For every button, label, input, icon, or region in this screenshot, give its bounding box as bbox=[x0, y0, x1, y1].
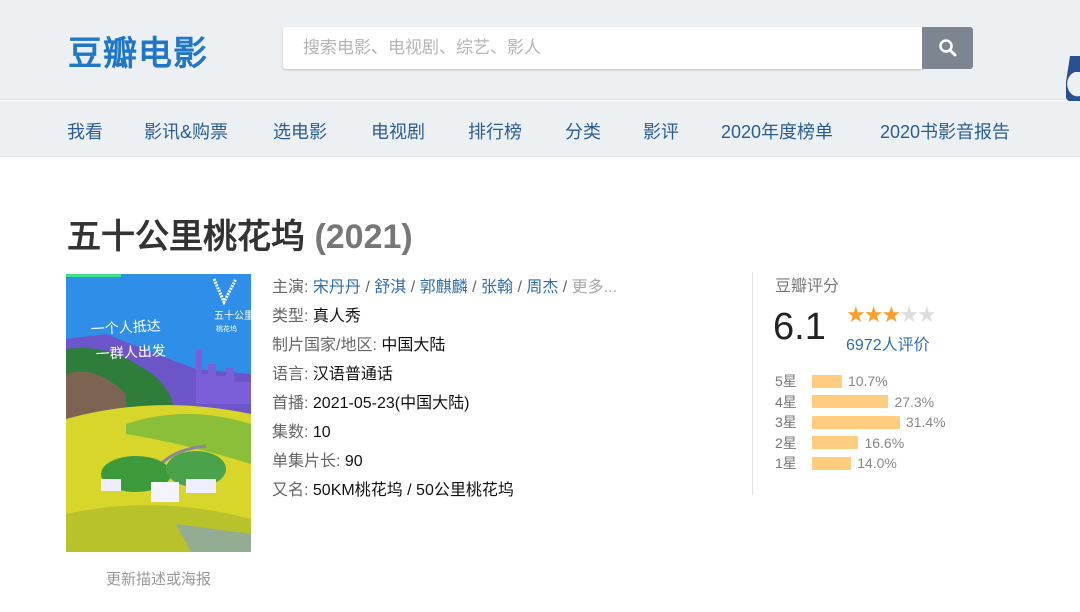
search-input[interactable] bbox=[283, 27, 923, 69]
field-value: 中国大陆 bbox=[381, 337, 446, 354]
nav-item-charts[interactable]: 排行榜 bbox=[468, 118, 522, 144]
field-label: 类型: bbox=[272, 308, 309, 325]
rating-breakdown: 5星 10.7% 4星 27.3% 3星 31.4% 2星 16.6% 1星 14.0% bbox=[775, 371, 946, 474]
rating-count-link[interactable]: 6972人评价 bbox=[846, 331, 930, 355]
douban-movie-logo[interactable]: 豆瓣电影 bbox=[68, 26, 208, 75]
rating-row-label: 1星 bbox=[775, 455, 797, 472]
field-label: 语言: bbox=[272, 366, 309, 383]
rating-row-label: 3星 bbox=[775, 414, 797, 431]
star-filled-icon: ★ bbox=[863, 302, 884, 327]
cast-link[interactable]: 宋丹丹 bbox=[313, 279, 361, 296]
field-value: 90 bbox=[344, 453, 363, 470]
rating-row: 5星 10.7% bbox=[775, 371, 946, 392]
nav-item-reviews[interactable]: 影评 bbox=[643, 118, 679, 144]
rating-percent: 14.0% bbox=[857, 455, 897, 472]
info-row-runtime: 单集片长: 90 bbox=[272, 447, 617, 476]
field-label: 又名: bbox=[272, 482, 309, 499]
cast-link[interactable]: 张翰 bbox=[481, 279, 513, 296]
update-poster-link[interactable]: 更新描述或海报 bbox=[66, 568, 251, 589]
info-row-genre: 类型: 真人秀 bbox=[272, 302, 617, 331]
cast-link[interactable]: 周杰 bbox=[526, 279, 558, 296]
field-value: 汉语普通话 bbox=[312, 366, 393, 383]
page-title: 五十公里桃花坞 (2021) bbox=[67, 209, 413, 258]
rating-bar bbox=[812, 456, 852, 470]
nav-item-explore[interactable]: 选电影 bbox=[273, 118, 327, 144]
rating-row-label: 4星 bbox=[775, 393, 797, 410]
rating-percent: 31.4% bbox=[905, 414, 946, 431]
star-filled-icon: ★ bbox=[881, 302, 901, 327]
nav-item-tv[interactable]: 电视剧 bbox=[371, 118, 425, 144]
field-value: 10 bbox=[312, 424, 331, 441]
cast-more-link[interactable]: 更多... bbox=[572, 279, 617, 296]
info-row-country: 制片国家/地区: 中国大陆 bbox=[272, 331, 617, 360]
search-button[interactable] bbox=[922, 27, 973, 69]
rating-bar bbox=[812, 415, 900, 429]
star-empty-icon: ★ bbox=[899, 302, 919, 327]
poster-image[interactable]: 五十公里 桃花坞 一个人抵达 一群人出发 bbox=[66, 274, 251, 552]
main-nav: 我看 影讯&购票 选电影 电视剧 排行榜 分类 影评 2020年度榜单 2020… bbox=[0, 101, 1080, 157]
rating-percent: 27.3% bbox=[894, 393, 935, 410]
rating-row: 1星 14.0% bbox=[775, 453, 946, 474]
field-value: 2021-05-23(中国大陆) bbox=[312, 395, 470, 412]
field-label: 集数: bbox=[272, 424, 309, 441]
field-label: 首播: bbox=[272, 395, 309, 412]
field-value: 50KM桃花坞 / 50公里桃花坞 bbox=[312, 482, 514, 499]
nav-item-my[interactable]: 我看 bbox=[67, 118, 103, 144]
rating-score: 6.1 bbox=[773, 306, 826, 348]
search-icon bbox=[938, 39, 956, 57]
info-panel: 主演: 宋丹丹 / 舒淇 / 郭麒麟 / 张翰 / 周杰 / 更多... 类型:… bbox=[272, 273, 617, 505]
title-name: 五十公里桃花坞 bbox=[67, 218, 305, 256]
rating-stars: ★★★★★ bbox=[846, 302, 937, 328]
info-row-premiere: 首播: 2021-05-23(中国大陆) bbox=[272, 389, 617, 418]
info-row-aka: 又名: 50KM桃花坞 / 50公里桃花坞 bbox=[272, 476, 617, 505]
cast-row: 主演: 宋丹丹 / 舒淇 / 郭麒麟 / 张翰 / 周杰 / 更多... bbox=[272, 279, 618, 296]
svg-text:五十公里: 五十公里 bbox=[214, 309, 251, 322]
field-label: 制片国家/地区: bbox=[272, 337, 377, 354]
rating-bar bbox=[812, 436, 859, 450]
svg-text:桃花坞: 桃花坞 bbox=[216, 324, 237, 333]
rating-row-label: 5星 bbox=[775, 373, 797, 390]
title-year: (2021) bbox=[314, 218, 413, 256]
divider bbox=[752, 272, 753, 495]
cast-link[interactable]: 舒淇 bbox=[374, 279, 406, 296]
rating-row: 2星 16.6% bbox=[775, 433, 946, 454]
nav-item-tickets[interactable]: 影讯&购票 bbox=[144, 118, 228, 144]
info-row-language: 语言: 汉语普通话 bbox=[272, 360, 617, 389]
rating-row: 4星 27.3% bbox=[775, 392, 946, 413]
field-value: 真人秀 bbox=[312, 308, 361, 325]
rating-percent: 10.7% bbox=[847, 373, 888, 390]
star-filled-icon: ★ bbox=[846, 302, 866, 327]
star-empty-icon: ★ bbox=[916, 302, 937, 327]
cast-link[interactable]: 郭麒麟 bbox=[420, 279, 468, 296]
nav-item-categories[interactable]: 分类 bbox=[565, 118, 601, 144]
header: 豆瓣电影 bbox=[0, 0, 1080, 128]
rating-label: 豆瓣评分 bbox=[775, 278, 840, 295]
rating-bar bbox=[812, 374, 842, 388]
field-label: 单集片长: bbox=[272, 453, 341, 470]
rating-row-label: 2星 bbox=[775, 434, 797, 451]
rating-row: 3星 31.4% bbox=[775, 412, 946, 433]
cast-label: 主演: bbox=[272, 279, 309, 296]
rating-percent: 16.6% bbox=[864, 434, 905, 451]
rating-bar bbox=[812, 395, 889, 409]
nav-item-annual-list[interactable]: 2020年度榜单 bbox=[721, 118, 833, 144]
nav-item-annual-report[interactable]: 2020书影音报告 bbox=[880, 118, 1010, 144]
info-row-episodes: 集数: 10 bbox=[272, 418, 617, 447]
